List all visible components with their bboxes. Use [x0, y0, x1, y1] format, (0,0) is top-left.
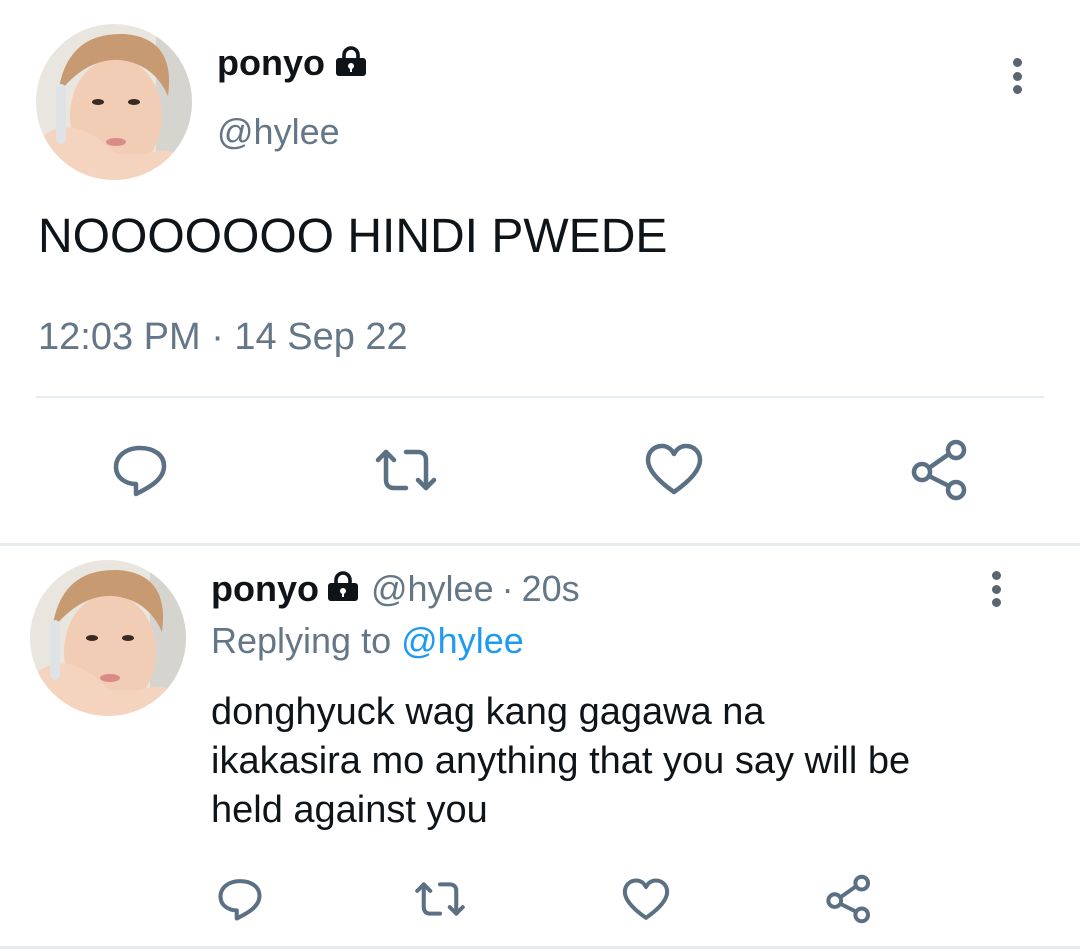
- avatar[interactable]: [36, 24, 192, 180]
- reply-icon[interactable]: [108, 438, 172, 502]
- replying-handle-link[interactable]: @hylee: [401, 620, 524, 661]
- reply-handle[interactable]: @hylee: [371, 566, 494, 612]
- tweet-timestamp[interactable]: 12:03 PM · 14 Sep 22: [38, 314, 408, 360]
- reply-text: donghyuck wag kang gagawa na ikakasira m…: [211, 688, 910, 835]
- share-icon[interactable]: [906, 436, 974, 504]
- reply-time[interactable]: 20s: [522, 566, 580, 612]
- reply-header: ponyo @hylee · 20s: [211, 566, 580, 612]
- reply-avatar[interactable]: [30, 560, 186, 716]
- more-options-icon[interactable]: [1009, 58, 1025, 94]
- separator-dot: ·: [501, 568, 514, 609]
- replying-to: Replying to @hylee: [211, 618, 524, 664]
- reply-display-name[interactable]: ponyo: [211, 566, 319, 612]
- lock-icon: [335, 45, 367, 81]
- avatar-photo-icon: [36, 24, 192, 180]
- replying-prefix: Replying to: [211, 620, 392, 661]
- retweet-icon[interactable]: [410, 873, 470, 925]
- more-options-icon[interactable]: [988, 571, 1004, 607]
- reply-icon[interactable]: [214, 873, 266, 925]
- like-icon[interactable]: [642, 438, 706, 502]
- section-divider: [0, 543, 1080, 546]
- bottom-divider: [0, 946, 1080, 949]
- display-name[interactable]: ponyo: [217, 40, 325, 86]
- tweet-text: NOOOOOOO HINDI PWEDE: [38, 210, 668, 263]
- avatar-photo-icon: [30, 560, 186, 716]
- divider: [36, 396, 1044, 398]
- lock-icon: [327, 566, 359, 612]
- handle[interactable]: @hylee: [217, 110, 340, 154]
- share-icon[interactable]: [822, 872, 876, 926]
- reply-text-line: held against you: [211, 789, 488, 831]
- like-icon[interactable]: [620, 874, 672, 926]
- reply-text-line: ikakasira mo anything that you say will …: [211, 740, 911, 782]
- reply-text-line: donghyuck wag kang gagawa na: [211, 691, 765, 733]
- retweet-icon[interactable]: [370, 438, 442, 502]
